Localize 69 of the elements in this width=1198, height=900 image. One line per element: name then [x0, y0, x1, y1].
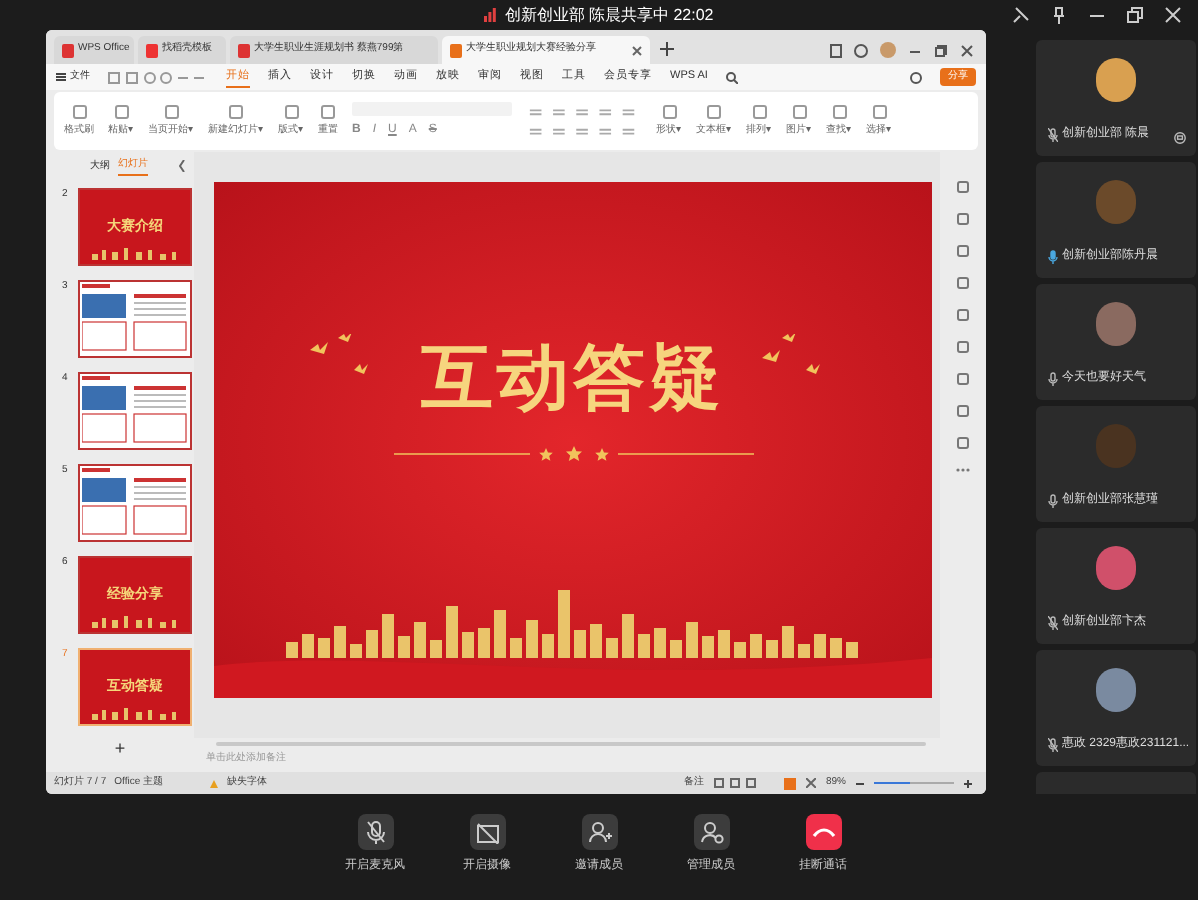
- quick-access-icon[interactable]: [108, 71, 208, 83]
- square-icon: [706, 103, 722, 120]
- content-slide-drawing: [82, 284, 188, 352]
- square-icon: [228, 103, 244, 120]
- tool-icon[interactable]: [956, 276, 970, 290]
- camera-off-icon: [475, 821, 499, 843]
- square-icon: [791, 103, 807, 120]
- content-slide-drawing: [82, 468, 188, 536]
- avatar: [1096, 58, 1136, 102]
- square-icon: [163, 103, 179, 120]
- restore-icon[interactable]: [934, 43, 948, 57]
- city-skyline-drawing: [92, 615, 180, 627]
- muted-mic-icon: [365, 820, 385, 844]
- document-icon[interactable]: [830, 43, 842, 57]
- menu-icon: [56, 72, 66, 82]
- square-icon: [661, 103, 677, 120]
- zoom-out-icon[interactable]: [856, 779, 864, 787]
- slide-thumbnail[interactable]: [78, 279, 192, 357]
- restore-icon[interactable]: [1126, 6, 1144, 24]
- square-icon: [871, 103, 887, 120]
- add-tab-icon[interactable]: [660, 42, 674, 56]
- tool-icon[interactable]: [956, 244, 970, 258]
- tool-icon[interactable]: [956, 308, 970, 322]
- tool-icon[interactable]: [956, 212, 970, 226]
- window-title: 创新创业部 陈晨共享中 22:02: [504, 3, 714, 27]
- avatar: [1096, 424, 1136, 468]
- square-icon: [320, 103, 336, 120]
- tool-icon[interactable]: [956, 340, 970, 354]
- phone-icon: [811, 825, 835, 839]
- zoom-in-icon[interactable]: [964, 779, 972, 787]
- tool-icon[interactable]: [956, 180, 970, 194]
- call-control-button[interactable]: [581, 814, 617, 850]
- add-person-icon: [587, 820, 611, 844]
- avatar: [1096, 546, 1136, 590]
- avatar: [1096, 668, 1136, 712]
- pin-icon[interactable]: [1050, 6, 1068, 24]
- tool-icon[interactable]: [956, 404, 970, 418]
- content-slide-drawing: [82, 376, 188, 444]
- avatar: [1096, 180, 1136, 224]
- square-icon: [751, 103, 767, 120]
- document-icon: [146, 43, 158, 57]
- square-icon: [283, 103, 299, 120]
- slide-thumbnail[interactable]: [78, 371, 192, 449]
- collapse-icon[interactable]: [178, 160, 186, 173]
- slide-thumbnail[interactable]: [78, 463, 192, 541]
- call-control-button[interactable]: [357, 814, 393, 850]
- square-icon: [831, 103, 847, 120]
- circle-icon[interactable]: [854, 43, 868, 57]
- app-logo-icon: [62, 43, 74, 57]
- city-skyline-drawing: [92, 247, 180, 259]
- search-icon[interactable]: [725, 71, 738, 83]
- call-control-button[interactable]: [805, 814, 841, 850]
- close-icon[interactable]: [632, 45, 642, 55]
- call-control-button[interactable]: [469, 814, 505, 850]
- tool-icon[interactable]: [956, 372, 970, 386]
- square-icon: [71, 103, 87, 120]
- document-icon: [238, 43, 250, 57]
- close-icon[interactable]: [960, 43, 974, 57]
- avatar: [1096, 302, 1136, 346]
- call-control-button[interactable]: [693, 814, 729, 850]
- add-slide-button[interactable]: +: [114, 735, 126, 762]
- signal-bars-icon: [484, 8, 497, 22]
- tool-icon[interactable]: [956, 436, 970, 450]
- city-skyline-drawing: [92, 707, 180, 719]
- warning-icon: [210, 779, 219, 787]
- square-icon: [113, 103, 129, 120]
- pin-off-icon[interactable]: [1012, 6, 1030, 24]
- slide-title: 互动答疑: [421, 338, 725, 418]
- document-icon: [450, 43, 462, 57]
